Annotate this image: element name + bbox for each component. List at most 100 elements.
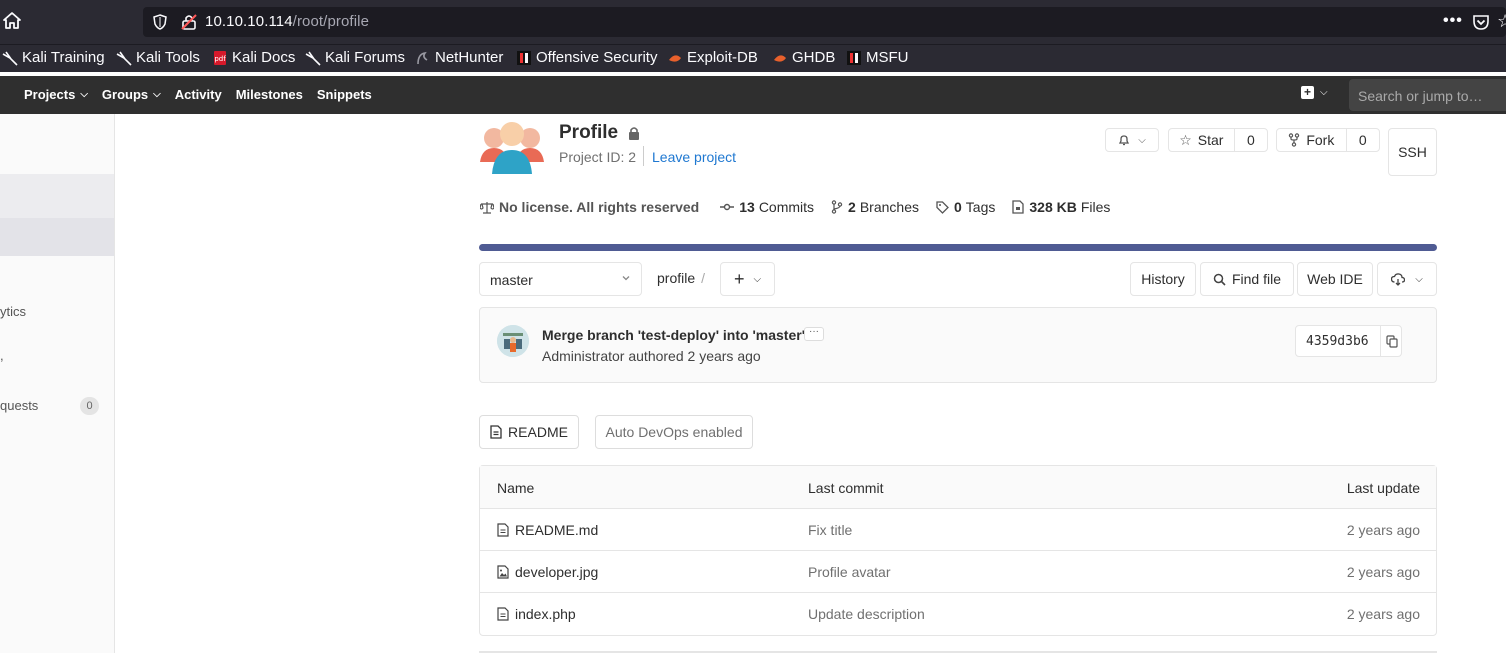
branches-stat[interactable]: 2 Branches xyxy=(831,199,919,215)
file-text-icon xyxy=(490,425,502,439)
file-last-commit-link[interactable]: Fix title xyxy=(808,522,852,538)
table-header: Name Last commit Last update xyxy=(480,466,1436,509)
fork-button[interactable]: Fork 0 xyxy=(1276,128,1380,152)
notification-dropdown-button[interactable]: ⌵ xyxy=(1105,128,1159,152)
nav-groups[interactable]: Groups ⌵ xyxy=(102,87,161,102)
offsec-icon xyxy=(846,50,862,66)
nav-label: Snippets xyxy=(316,87,372,102)
commit-title[interactable]: Merge branch 'test-deploy' into 'master' xyxy=(542,327,805,343)
nav-activity[interactable]: Activity xyxy=(175,87,222,102)
file-last-commit-link[interactable]: Update description xyxy=(808,606,925,622)
search-icon xyxy=(1213,273,1226,286)
chevron-down-icon: ⌵ xyxy=(1415,273,1423,285)
bookmark-label: Kali Tools xyxy=(136,49,200,66)
project-id: Project ID: 2 xyxy=(559,149,637,165)
bookmark-label: Kali Training xyxy=(22,49,105,66)
leave-project-link[interactable]: Leave project xyxy=(652,149,736,165)
web-ide-button[interactable]: Web IDE xyxy=(1297,262,1373,296)
ssh-clone-button[interactable]: SSH xyxy=(1388,128,1437,176)
nav-milestones[interactable]: Milestones xyxy=(236,87,303,102)
page-actions-icon[interactable]: ••• xyxy=(1443,12,1463,30)
bookmark-label: NetHunter xyxy=(435,49,504,66)
history-button[interactable]: History xyxy=(1130,262,1196,296)
home-icon[interactable] xyxy=(2,11,22,31)
branch-select[interactable]: master xyxy=(479,262,642,296)
branches-count: 2 xyxy=(848,199,856,215)
exploitdb-icon xyxy=(667,50,683,66)
tag-icon xyxy=(936,200,949,214)
bookmark-label: Offensive Security xyxy=(536,49,658,66)
url-text[interactable]: 10.10.10.114/root/profile xyxy=(205,13,369,30)
search-input[interactable]: Search or jump to… xyxy=(1349,79,1506,111)
sidebar-subitem-active[interactable] xyxy=(0,218,114,256)
files-size: 328 KB xyxy=(1029,199,1077,215)
bookmark-offensive-security[interactable]: Offensive Security xyxy=(516,49,657,66)
toggle-commit-description-button[interactable]: ··· xyxy=(804,327,824,341)
file-name-link[interactable]: index.php xyxy=(515,606,576,622)
offsec-icon xyxy=(516,50,532,66)
copy-sha-button[interactable] xyxy=(1380,326,1402,356)
fork-icon xyxy=(1289,133,1300,147)
tracking-shield-icon[interactable] xyxy=(152,14,168,30)
star-count[interactable]: 0 xyxy=(1233,129,1267,151)
svg-text:pdf: pdf xyxy=(214,55,226,63)
table-row[interactable]: index.php Update description 2 years ago xyxy=(480,593,1436,635)
chevron-down-icon: ⌵ xyxy=(1320,87,1328,98)
sidebar-item-analytics[interactable]: ytics xyxy=(0,304,26,319)
sidebar-item-merge-requests[interactable]: quests xyxy=(0,398,38,413)
star-button[interactable]: ☆ Star 0 xyxy=(1168,128,1268,152)
merge-requests-count-badge: 0 xyxy=(80,397,99,415)
nav-projects[interactable]: Projects ⌵ xyxy=(24,87,88,102)
file-name-link[interactable]: README.md xyxy=(515,522,598,538)
new-dropdown-button[interactable]: + ⌵ xyxy=(1301,86,1328,99)
star-label: Star xyxy=(1197,132,1224,148)
project-title-text: Profile xyxy=(559,122,619,143)
insecure-lock-icon[interactable] xyxy=(180,13,198,31)
commit-icon xyxy=(720,203,735,211)
exploitdb-icon xyxy=(772,50,788,66)
sidebar-item-active[interactable] xyxy=(0,174,114,218)
commit-sha-group: 4359d3b6 xyxy=(1295,325,1402,357)
bookmark-msfu[interactable]: MSFU xyxy=(846,49,909,66)
lock-icon xyxy=(629,127,640,140)
license-stat[interactable]: No license. All rights reserved xyxy=(480,199,703,215)
bookmark-kali-docs[interactable]: pdf Kali Docs xyxy=(212,49,295,66)
bookmark-kali-training[interactable]: Kali Training xyxy=(2,49,105,66)
tags-stat[interactable]: 0 Tags xyxy=(936,199,995,215)
scale-icon xyxy=(480,201,494,214)
breadcrumb-project-link[interactable]: profile xyxy=(657,270,695,286)
add-file-dropdown-button[interactable]: + ⌵ xyxy=(720,262,775,296)
bookmark-exploit-db[interactable]: Exploit-DB xyxy=(667,49,758,66)
download-dropdown-button[interactable]: ⌵ xyxy=(1377,262,1437,296)
pocket-icon[interactable] xyxy=(1472,13,1490,31)
auto-devops-button[interactable]: Auto DevOps enabled xyxy=(595,415,753,449)
table-row[interactable]: developer.jpg Profile avatar 2 years ago xyxy=(480,551,1436,593)
files-stat[interactable]: 328 KB Files xyxy=(1012,199,1110,215)
plus-icon: + xyxy=(733,268,745,289)
fork-count[interactable]: 0 xyxy=(1345,129,1379,151)
chevron-down-icon: ⌵ xyxy=(1138,134,1146,146)
commit-sha[interactable]: 4359d3b6 xyxy=(1306,334,1369,349)
bookmark-kali-forums[interactable]: Kali Forums xyxy=(305,49,405,66)
bookmark-star-icon[interactable]: ☆ xyxy=(1497,11,1506,32)
project-sidebar: ytics , quests 0 xyxy=(0,114,115,653)
file-last-commit-link[interactable]: Profile avatar xyxy=(808,564,890,580)
find-file-button[interactable]: Find file xyxy=(1200,262,1294,296)
nav-snippets[interactable]: Snippets xyxy=(317,87,372,102)
table-row[interactable]: README.md Fix title 2 years ago xyxy=(480,509,1436,551)
file-last-update: 2 years ago xyxy=(1346,606,1420,622)
file-text-icon xyxy=(497,607,509,621)
sidebar-item-fragment[interactable]: , xyxy=(0,348,4,363)
file-name-link[interactable]: developer.jpg xyxy=(515,564,598,580)
tags-count: 0 xyxy=(954,199,962,215)
fork-label: Fork xyxy=(1306,132,1335,148)
commits-stat[interactable]: 13 Commits xyxy=(720,199,814,215)
avatar[interactable] xyxy=(497,325,529,357)
bookmark-nethunter[interactable]: NetHunter xyxy=(415,49,503,66)
repository-languages-bar xyxy=(479,244,1437,251)
bookmark-kali-tools[interactable]: Kali Tools xyxy=(116,49,200,66)
commit-author: Administrator authored 2 years ago xyxy=(542,348,761,364)
nav-label: Milestones xyxy=(235,87,303,102)
bookmark-ghdb[interactable]: GHDB xyxy=(772,49,835,66)
readme-button[interactable]: README xyxy=(479,415,579,449)
